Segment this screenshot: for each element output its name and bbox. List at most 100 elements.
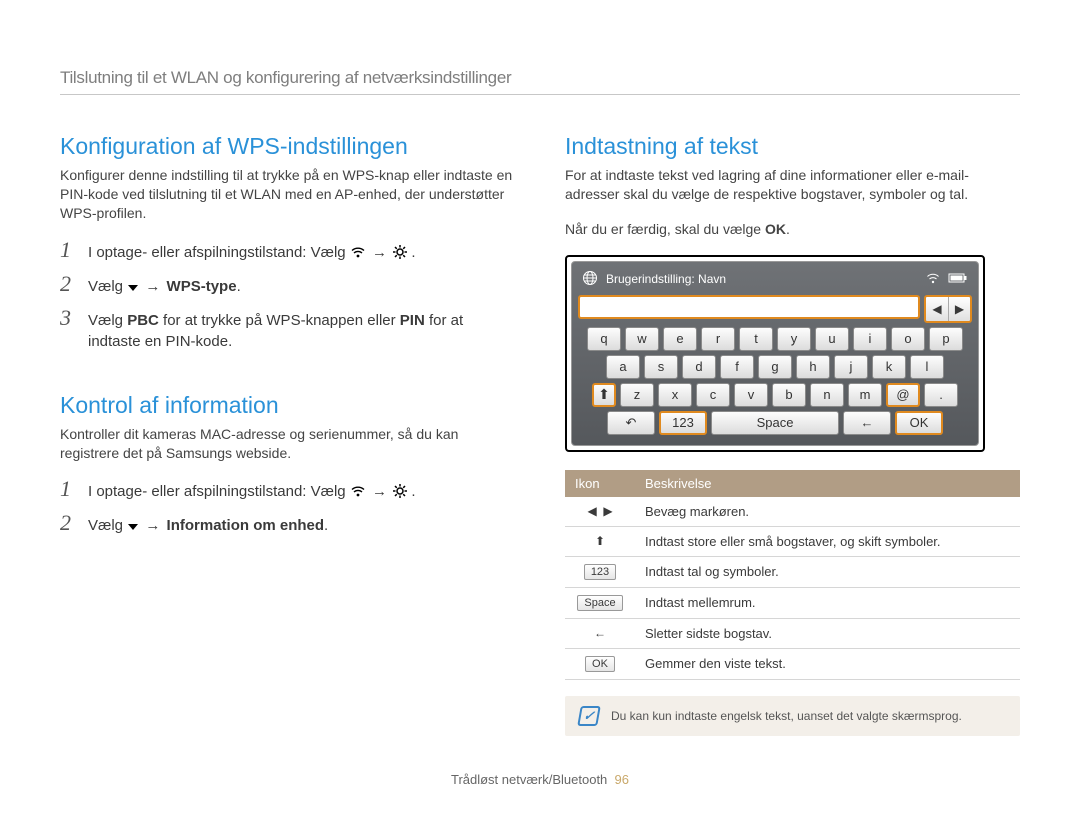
- key-y[interactable]: y: [777, 327, 811, 351]
- key-o[interactable]: o: [891, 327, 925, 351]
- cursor-desc: Bevæg markøren.: [635, 497, 1020, 527]
- arrow-icon: →: [370, 244, 389, 261]
- left-column: Konfiguration af WPS-indstillingen Konfi…: [60, 133, 515, 736]
- key-n[interactable]: n: [810, 383, 844, 407]
- globe-icon: [582, 270, 598, 289]
- wps-title: Konfiguration af WPS-indstillingen: [60, 133, 515, 160]
- info-title: Kontrol af information: [60, 392, 515, 419]
- wps-step2: Vælg → WPS-type.: [88, 273, 515, 297]
- table-row: ⬆ Indtast store eller små bogstaver, og …: [565, 526, 1020, 556]
- key-row-4: ↶ 123 Space ← OK: [578, 411, 972, 435]
- keyboard-screenshot: Brugerindstilling: Navn ◀ ▶: [565, 255, 985, 452]
- key-w[interactable]: w: [625, 327, 659, 351]
- table-row: 123 Indtast tal og symboler.: [565, 556, 1020, 587]
- table-row: Space Indtast mellemrum.: [565, 587, 1020, 618]
- key-l[interactable]: l: [910, 355, 944, 379]
- dropdown-icon: [127, 283, 139, 293]
- wps-intro: Konfigurer denne indstilling til at tryk…: [60, 166, 515, 223]
- text-input[interactable]: [578, 295, 920, 319]
- ok-desc: Gemmer den viste tekst.: [635, 648, 1020, 679]
- table-header-desc: Beskrivelse: [635, 470, 1020, 497]
- ok-key[interactable]: OK: [895, 411, 943, 435]
- key-a[interactable]: a: [606, 355, 640, 379]
- key-m[interactable]: m: [848, 383, 882, 407]
- key-at[interactable]: @: [886, 383, 920, 407]
- battery-icon: [948, 272, 968, 287]
- space-icon: Space: [577, 595, 622, 611]
- table-row: ← Sletter sidste bogstav.: [565, 618, 1020, 648]
- note-text: Du kan kun indtaste engelsk tekst, uanse…: [611, 709, 962, 723]
- info-intro: Kontroller dit kameras MAC-adresse og se…: [60, 425, 515, 463]
- space-desc: Indtast mellemrum.: [635, 587, 1020, 618]
- step-number: 1: [60, 239, 78, 263]
- key-d[interactable]: d: [682, 355, 716, 379]
- ok-icon: OK: [585, 656, 615, 672]
- text-entry-p1: For at indtaste tekst ved lagring af din…: [565, 166, 1020, 204]
- step-number: 2: [60, 273, 78, 297]
- page-footer: Trådløst netværk/Bluetooth 96: [0, 772, 1080, 787]
- cursor-left-button[interactable]: ◀: [926, 297, 948, 321]
- step-number: 1: [60, 478, 78, 502]
- wifi-icon: [350, 484, 366, 498]
- shift-key[interactable]: ⬆: [592, 383, 616, 407]
- key-j[interactable]: j: [834, 355, 868, 379]
- info-step1: I optage- eller afspilningstilstand: Væl…: [88, 478, 515, 502]
- key-c[interactable]: c: [696, 383, 730, 407]
- space-key[interactable]: Space: [711, 411, 839, 435]
- key-i[interactable]: i: [853, 327, 887, 351]
- key-u[interactable]: u: [815, 327, 849, 351]
- key-f[interactable]: f: [720, 355, 754, 379]
- key-s[interactable]: s: [644, 355, 678, 379]
- key-x[interactable]: x: [658, 383, 692, 407]
- key-e[interactable]: e: [663, 327, 697, 351]
- backspace-desc: Sletter sidste bogstav.: [635, 618, 1020, 648]
- step-number: 2: [60, 512, 78, 536]
- info-step2: Vælg → Information om enhed.: [88, 512, 515, 536]
- wps-step3: Vælg PBC for at trykke på WPS-knappen el…: [88, 307, 515, 352]
- key-p[interactable]: p: [929, 327, 963, 351]
- key-k[interactable]: k: [872, 355, 906, 379]
- numbers-key[interactable]: 123: [659, 411, 707, 435]
- numbers-desc: Indtast tal og symboler.: [635, 556, 1020, 587]
- wps-steps: 1 I optage- eller afspilningstilstand: V…: [60, 239, 515, 352]
- key-v[interactable]: v: [734, 383, 768, 407]
- step-number: 3: [60, 307, 78, 352]
- icon-table: Ikon Beskrivelse ◀ ▶ Bevæg markøren. ⬆ I…: [565, 470, 1020, 680]
- gear-icon: [393, 484, 407, 498]
- key-row-2: a s d f g h j k l: [578, 355, 972, 379]
- key-r[interactable]: r: [701, 327, 735, 351]
- dropdown-icon: [127, 522, 139, 532]
- table-header-icon: Ikon: [565, 470, 635, 497]
- key-q[interactable]: q: [587, 327, 621, 351]
- key-row-1: q w e r t y u i o p: [578, 327, 972, 351]
- text-entry-title: Indtastning af tekst: [565, 133, 1020, 160]
- page-header: Tilslutning til et WLAN og konfigurering…: [60, 68, 1020, 95]
- note-box: ✓ Du kan kun indtaste engelsk tekst, uan…: [565, 696, 1020, 736]
- backspace-icon: ←: [565, 618, 635, 648]
- backspace-key[interactable]: ←: [843, 411, 891, 435]
- key-row-3: ⬆ z x c v b n m @ .: [578, 383, 972, 407]
- shift-desc: Indtast store eller små bogstaver, og sk…: [635, 526, 1020, 556]
- wps-step1: I optage- eller afspilningstilstand: Væl…: [88, 239, 515, 263]
- back-key[interactable]: ↶: [607, 411, 655, 435]
- keyboard-title: Brugerindstilling: Navn: [606, 272, 726, 286]
- right-column: Indtastning af tekst For at indtaste tek…: [565, 133, 1020, 736]
- wifi-icon: [926, 272, 940, 287]
- info-steps: 1 I optage- eller afspilningstilstand: V…: [60, 478, 515, 536]
- key-dot[interactable]: .: [924, 383, 958, 407]
- info-icon: ✓: [577, 706, 601, 726]
- table-row: ◀ ▶ Bevæg markøren.: [565, 497, 1020, 527]
- key-z[interactable]: z: [620, 383, 654, 407]
- key-g[interactable]: g: [758, 355, 792, 379]
- cursor-arrows-icon: ◀ ▶: [565, 497, 635, 527]
- shift-icon: ⬆: [565, 526, 635, 556]
- gear-icon: [393, 245, 407, 259]
- key-h[interactable]: h: [796, 355, 830, 379]
- cursor-right-button[interactable]: ▶: [948, 297, 970, 321]
- key-b[interactable]: b: [772, 383, 806, 407]
- wifi-icon: [350, 245, 366, 259]
- table-row: OK Gemmer den viste tekst.: [565, 648, 1020, 679]
- text-entry-p2: Når du er færdig, skal du vælge OK.: [565, 220, 1020, 239]
- numbers-icon: 123: [584, 564, 616, 580]
- key-t[interactable]: t: [739, 327, 773, 351]
